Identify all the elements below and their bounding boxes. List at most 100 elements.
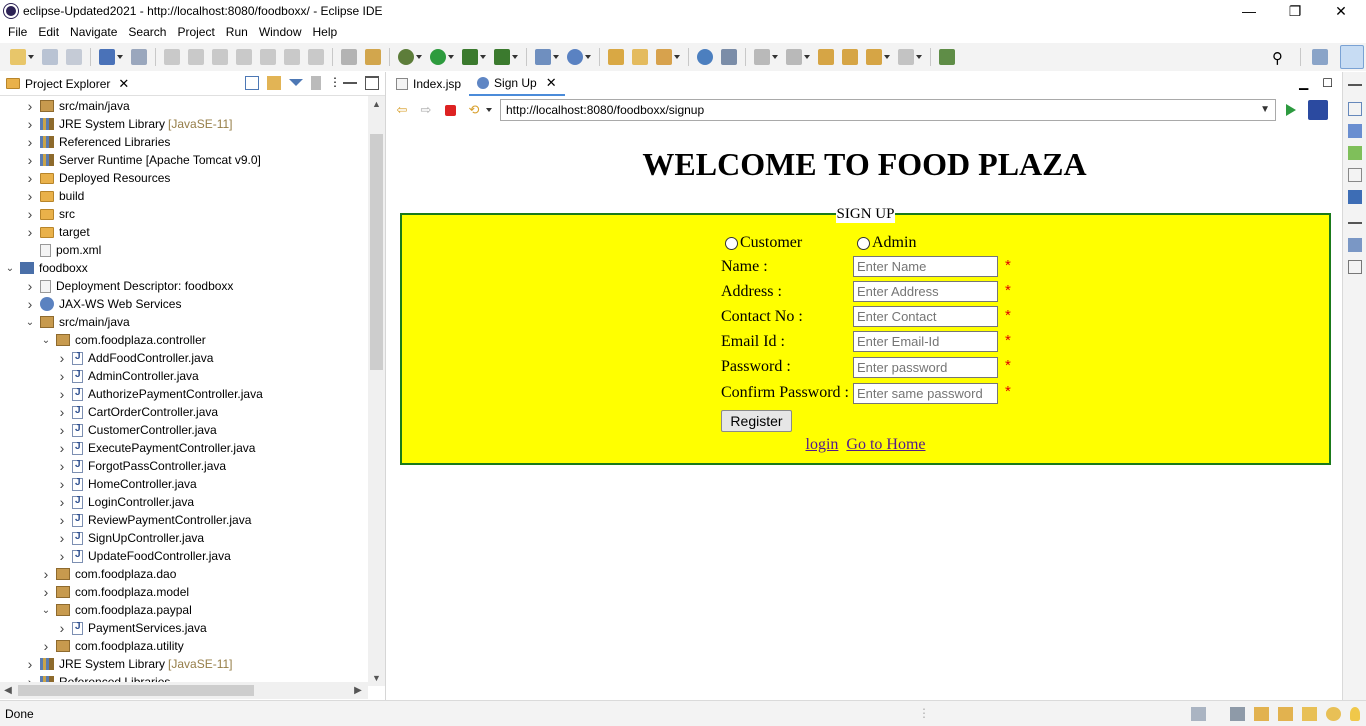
tree-item[interactable]: › JAX-WS Web Services [24,295,182,313]
minimize-editor-icon[interactable]: ▁ [1299,76,1308,90]
hierarchy-view-icon[interactable] [1348,124,1362,138]
menu-help[interactable]: Help [313,25,338,39]
open-web-browser-icon[interactable] [697,49,713,65]
scroll-up-icon[interactable]: ▲ [368,96,385,112]
tree-item[interactable]: ⌄ src/main/java [24,313,130,331]
last-edit-location-icon[interactable] [818,49,834,65]
chevron-right-icon[interactable]: › [40,638,52,654]
restore-stack-icon[interactable] [1348,80,1362,86]
forward-arrow-icon[interactable]: ⇨ [418,102,434,118]
step-into-icon[interactable] [260,49,276,65]
chevron-right-icon[interactable]: › [56,620,68,636]
outline-view-icon[interactable] [1348,102,1362,116]
next-annotation-dropdown-icon[interactable] [772,55,778,59]
chevron-down-icon[interactable]: ⌄ [40,334,52,346]
tree-item[interactable]: › ExecutePaymentController.java [56,439,256,457]
chevron-right-icon[interactable]: › [40,566,52,582]
close-tab-icon[interactable]: ✕ [118,76,129,92]
menu-project[interactable]: Project [177,25,214,39]
background-tasks-icon[interactable] [1230,707,1245,721]
register-button[interactable]: Register [721,410,792,432]
scroll-right-icon[interactable]: ▶ [350,682,366,699]
role-admin-option[interactable]: Admin [857,234,916,252]
debug-icon[interactable] [398,49,414,65]
tutorial-icon[interactable] [1278,707,1293,721]
chevron-right-icon[interactable]: › [56,458,68,474]
coverage-icon[interactable] [462,49,478,65]
tree-item[interactable]: › LoginController.java [56,493,194,511]
open-type-icon[interactable] [608,49,624,65]
chevron-down-icon[interactable]: ⌄ [24,316,36,328]
tab-project-explorer[interactable]: Project Explorer ✕ [0,72,137,96]
tree-item[interactable]: ⌄ foodboxx [4,259,88,277]
tree-item[interactable]: › JRE System Library [JavaSE-11] [24,115,233,133]
chevron-right-icon[interactable]: › [56,440,68,456]
chevron-right-icon[interactable]: › [24,296,36,312]
tree-item[interactable]: › Deployed Resources [24,169,171,187]
url-dropdown-icon[interactable]: ▼ [1260,104,1270,115]
menu-navigate[interactable]: Navigate [70,25,117,39]
chevron-right-icon[interactable]: › [56,386,68,402]
login-link[interactable]: login [806,436,839,453]
coverage-dropdown-icon[interactable] [480,55,486,59]
chevron-right-icon[interactable]: › [24,278,36,294]
tree-item[interactable]: › ForgotPassController.java [56,457,226,475]
open-perspective-icon[interactable] [939,49,955,65]
resume-icon[interactable] [164,49,180,65]
chevron-right-icon[interactable]: › [56,422,68,438]
close-tab-icon[interactable]: ✕ [546,75,557,91]
filter-icon[interactable] [289,79,303,86]
tree-item[interactable]: › Referenced Libraries [24,133,171,151]
previous-annotation-dropdown-icon[interactable] [804,55,810,59]
new-class-dropdown-icon[interactable] [585,55,591,59]
pin-editor-icon[interactable] [842,49,858,65]
scrollbar-thumb[interactable] [18,685,254,696]
password-input[interactable]: Enter password [853,357,998,378]
new-java-project-dropdown-icon[interactable] [553,55,559,59]
close-window-button[interactable]: ✕ [1318,0,1364,22]
book-icon[interactable] [1254,707,1269,721]
tree-horizontal-scrollbar[interactable]: ◀ ▶ [0,682,368,699]
smiley-icon[interactable] [1326,707,1341,721]
role-customer-option[interactable]: Customer [725,234,802,252]
new-java-project-icon[interactable] [535,49,551,65]
previous-annotation-icon[interactable] [786,49,802,65]
admin-radio[interactable] [857,236,870,250]
go-icon[interactable] [1286,104,1296,116]
customer-radio[interactable] [725,236,738,250]
email-input[interactable]: Enter Email-Id [853,331,998,352]
tips-lightbulb-icon[interactable] [1350,707,1360,721]
scroll-down-icon[interactable]: ▼ [368,670,385,686]
tree-item[interactable]: › com.foodplaza.dao [40,565,177,583]
tree-item[interactable]: › AuthorizePaymentController.java [56,385,263,403]
tree-item[interactable]: pom.xml [24,241,101,259]
search-toolbar-icon[interactable] [656,49,672,65]
menu-window[interactable]: Window [259,25,302,39]
tree-item[interactable]: › CustomerController.java [56,421,217,439]
minimize-button[interactable]: — [1226,0,1272,22]
tree-item[interactable]: › Server Runtime [Apache Tomcat v9.0] [24,151,261,169]
chevron-right-icon[interactable]: › [24,224,36,240]
suspend-icon[interactable] [188,49,204,65]
tree-item[interactable]: › SignUpController.java [56,529,204,547]
tree-item[interactable]: › target [24,223,90,241]
refresh-icon[interactable]: ⟲ [466,102,482,118]
tree-item[interactable]: ⌄ com.foodplaza.paypal [40,601,192,619]
chevron-right-icon[interactable]: › [24,152,36,168]
history-dropdown-icon[interactable] [486,108,492,112]
tab-index-jsp[interactable]: Index.jsp [388,72,469,96]
save-icon[interactable] [42,49,58,65]
url-field[interactable]: http://localhost:8080/foodboxx/signup ▼ [500,99,1276,121]
task-list-icon[interactable] [1348,146,1362,160]
chevron-right-icon[interactable]: › [56,494,68,510]
menu-search[interactable]: Search [128,25,166,39]
terminate-icon[interactable] [212,49,228,65]
chevron-right-icon[interactable]: › [56,548,68,564]
chevron-right-icon[interactable]: › [24,98,36,114]
console-icon[interactable] [99,49,115,65]
back-icon[interactable] [866,49,882,65]
run-icon[interactable] [430,49,446,65]
problems-view-icon[interactable] [1348,260,1362,274]
chevron-right-icon[interactable]: › [24,206,36,222]
tree-item[interactable]: › src/main/java [24,97,130,115]
